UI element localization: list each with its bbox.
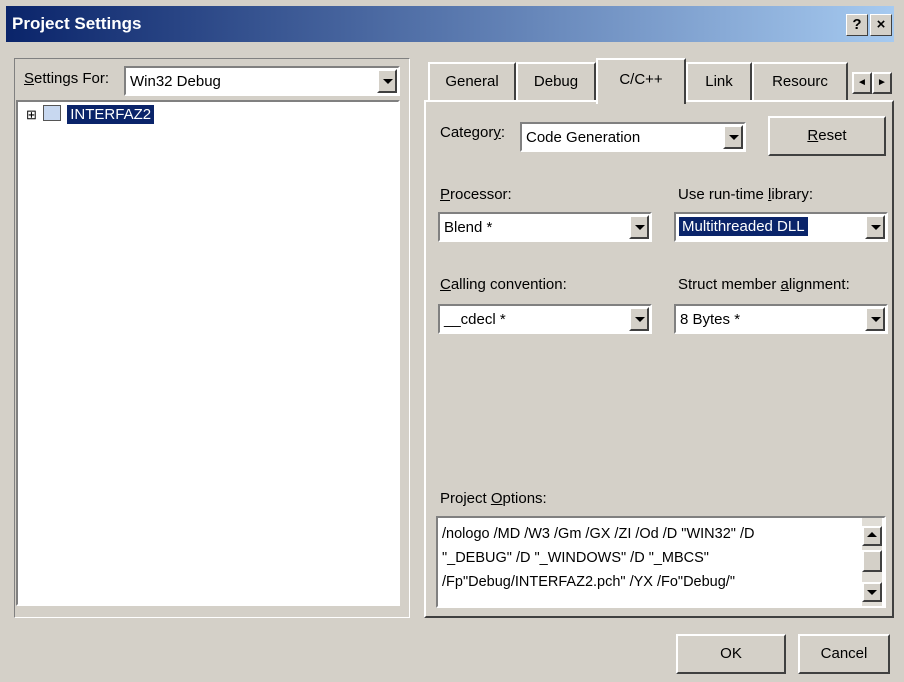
title-bar[interactable]: Project Settings ? × [6,6,894,42]
chevron-down-icon[interactable] [629,307,649,331]
expand-icon[interactable]: ⊞ [26,107,37,122]
project-options-textarea[interactable]: /nologo /MD /W3 /Gm /GX /ZI /Od /D "WIN3… [436,516,886,608]
settings-for-label: Settings For: [24,70,110,87]
scroll-up-button[interactable] [862,526,882,546]
help-button[interactable]: ? [846,14,868,36]
chevron-down-icon[interactable] [377,69,397,93]
processor-value: Blend * [444,219,493,236]
chevron-down-icon[interactable] [865,215,885,239]
processor-select[interactable]: Blend * [438,212,652,242]
struct-alignment-value: 8 Bytes * [680,311,741,328]
arrow-up-icon [867,532,877,537]
arrow-down-icon [867,590,877,595]
settings-for-value: Win32 Debug [130,73,221,90]
vertical-scrollbar[interactable] [862,518,882,606]
tree-item[interactable]: ⊞ INTERFAZ2 [26,105,155,124]
category-select[interactable]: Code Generation [520,122,746,152]
category-value: Code Generation [526,129,641,146]
tab-scroll-left-button[interactable]: ◄ [852,72,872,94]
category-label: Category: [440,124,506,141]
chevron-down-icon[interactable] [865,307,885,331]
options-line: /Fp"Debug/INTERFAZ2.pch" /YX /Fo"Debug/" [442,574,735,590]
tab-cpp[interactable]: C/C++ [596,58,686,104]
runtime-library-select[interactable]: Multithreaded DLL [674,212,888,242]
project-tree[interactable]: ⊞ INTERFAZ2 [16,100,400,606]
options-line: "_DEBUG" /D "_WINDOWS" /D "_MBCS" [442,550,709,566]
chevron-down-icon[interactable] [629,215,649,239]
tab-link[interactable]: Link [686,62,752,102]
scroll-down-button[interactable] [862,582,882,602]
close-icon: × [876,16,886,33]
project-icon [43,105,62,121]
help-icon: ? [852,16,862,33]
calling-convention-select[interactable]: __cdecl * [438,304,652,334]
reset-button[interactable]: Reset [768,116,886,156]
struct-alignment-label: Struct member alignment: [678,276,850,293]
tab-scroll-right-button[interactable]: ► [872,72,892,94]
tab-debug[interactable]: Debug [516,62,596,102]
tab-general[interactable]: General [428,62,516,102]
scroll-thumb[interactable] [862,550,882,572]
arrow-left-icon: ◄ [857,77,867,88]
window-title: Project Settings [12,14,142,33]
ok-button[interactable]: OK [676,634,786,674]
processor-label: Processor: [440,186,512,203]
tree-item-label: INTERFAZ2 [67,105,155,124]
cancel-button[interactable]: Cancel [798,634,890,674]
close-button[interactable]: × [870,14,892,36]
struct-alignment-select[interactable]: 8 Bytes * [674,304,888,334]
tab-resources[interactable]: Resourc [752,62,848,102]
options-line: /nologo /MD /W3 /Gm /GX /ZI /Od /D "WIN3… [442,526,755,542]
arrow-right-icon: ► [877,77,887,88]
runtime-library-label: Use run-time library: [678,186,814,203]
settings-for-select[interactable]: Win32 Debug [124,66,400,96]
runtime-library-value: Multithreaded DLL [679,217,808,236]
project-options-label: Project Options: [440,490,547,507]
project-settings-dialog: Project Settings ? × Settings For: Win32… [0,0,904,682]
calling-convention-value: __cdecl * [444,311,506,328]
chevron-down-icon[interactable] [723,125,743,149]
calling-convention-label: Calling convention: [440,276,567,293]
